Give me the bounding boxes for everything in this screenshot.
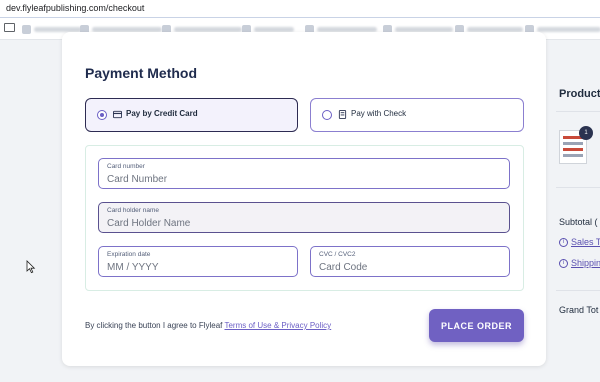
info-icon: i: [559, 237, 568, 247]
card-number-input[interactable]: [107, 173, 456, 186]
payment-card: Payment Method Pay by Credit Card Pay wi…: [62, 32, 546, 366]
pay-with-check-option[interactable]: Pay with Check: [310, 98, 524, 132]
folder-icon[interactable]: [4, 23, 15, 32]
card-form: Card number Card holder name Expiration …: [85, 145, 524, 291]
card-number-field[interactable]: Card number: [98, 158, 510, 189]
grand-total-label: Grand Tot: [559, 305, 599, 315]
check-document-icon: [338, 110, 347, 119]
card-holder-input[interactable]: [107, 217, 456, 230]
credit-card-icon: [113, 110, 122, 119]
card-holder-field[interactable]: Card holder name: [98, 202, 510, 233]
cvc-field[interactable]: CVC / CVC2: [310, 246, 510, 277]
radio-unselected-icon[interactable]: [322, 110, 332, 120]
card-number-label: Card number: [107, 163, 145, 170]
divider: [556, 187, 600, 188]
cvc-input[interactable]: [319, 261, 488, 274]
mouse-cursor-icon: [26, 260, 36, 274]
terms-link[interactable]: Terms of Use & Privacy Policy: [224, 321, 331, 330]
quantity-badge: 1: [579, 126, 593, 140]
expiration-label: Expiration date: [107, 251, 151, 258]
browser-address-bar[interactable]: dev.flyleafpublishing.com/checkout: [0, 0, 600, 18]
divider: [556, 111, 600, 112]
order-summary-panel: Product 1 Subtotal ( i Sales T i Shippin G…: [556, 40, 600, 382]
url-text[interactable]: dev.flyleafpublishing.com/checkout: [6, 3, 144, 13]
cvc-label: CVC / CVC2: [319, 251, 356, 258]
place-order-button[interactable]: PLACE ORDER: [429, 309, 524, 342]
expiration-input[interactable]: [107, 261, 276, 274]
terms-prefix: By clicking the button I agree to Flylea…: [85, 321, 223, 330]
shipping-link[interactable]: i Shippin: [559, 258, 600, 268]
payment-method-title: Payment Method: [85, 65, 198, 81]
credit-card-label: Pay by Credit Card: [126, 109, 198, 118]
product-heading: Product: [559, 88, 600, 100]
radio-selected-icon[interactable]: [97, 110, 107, 120]
check-label: Pay with Check: [351, 109, 407, 118]
sales-tax-link[interactable]: i Sales T: [559, 237, 600, 247]
card-holder-label: Card holder name: [107, 207, 160, 214]
info-icon: i: [559, 258, 568, 268]
expiration-field[interactable]: Expiration date: [98, 246, 298, 277]
subtotal-label: Subtotal (: [559, 217, 598, 227]
terms-text: By clicking the button I agree to Flylea…: [85, 321, 331, 330]
pay-by-credit-card-option[interactable]: Pay by Credit Card: [85, 98, 298, 132]
divider: [556, 290, 600, 291]
